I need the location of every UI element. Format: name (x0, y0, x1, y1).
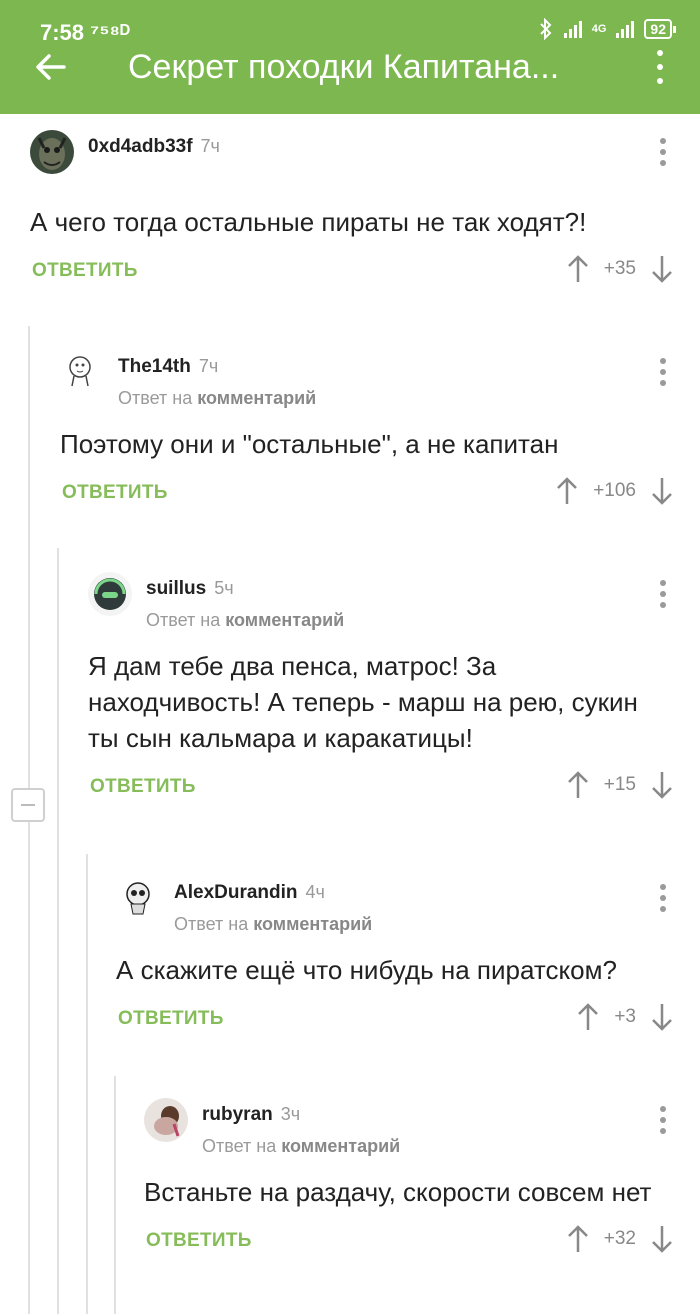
collapse-thread-button[interactable] (11, 788, 45, 822)
comment-age: 7ч (200, 136, 220, 156)
thread-line (114, 1076, 116, 1314)
app-bar: 7:58 ⁷⁵⁸ᴰ 4G 92 Секрет походки Капитана.… (0, 0, 700, 114)
comment-menu-icon[interactable] (658, 884, 668, 912)
comment-text: Встаньте на раздачу, скорости совсем нет (144, 1177, 652, 1207)
comment-age: 5ч (214, 578, 234, 598)
comment-username[interactable]: AlexDurandin 4ч (174, 882, 325, 904)
comment-score: +35 (603, 258, 636, 279)
downvote-icon[interactable] (650, 770, 674, 800)
comment-score: +106 (593, 480, 636, 501)
comment-text: Поэтому они и "остальные", а не капитан (60, 429, 559, 459)
comment: rubyran 3ч Ответ на комментарий Встаньте … (144, 1098, 700, 1262)
avatar[interactable] (116, 876, 160, 920)
status-time: 7:58 ⁷⁵⁸ᴰ (40, 20, 130, 45)
comment-text: Я дам тебе два пенса, матрос! За находчи… (88, 651, 638, 753)
comment-text: А чего тогда остальные пираты не так ход… (30, 207, 587, 237)
reply-button[interactable]: ОТВЕТИТЬ (90, 776, 196, 798)
comment-menu-icon[interactable] (658, 580, 668, 608)
thread-line (86, 854, 88, 1314)
vote-controls: +15 (566, 770, 674, 800)
reply-button[interactable]: ОТВЕТИТЬ (62, 482, 168, 504)
comment: 0xd4adb33f 7ч А чего тогда остальные пира… (30, 130, 700, 292)
reply-button[interactable]: ОТВЕТИТЬ (146, 1230, 252, 1252)
reply-to-label: Ответ на комментарий (202, 1136, 401, 1156)
comment-score: +3 (614, 1006, 636, 1027)
more-menu-icon[interactable] (650, 50, 670, 84)
status-icons: 4G 92 (538, 18, 676, 40)
reply-to-link[interactable]: комментарий (253, 914, 372, 934)
comment-username[interactable]: The14th 7ч (118, 356, 218, 378)
thread-line (57, 548, 59, 1314)
comment-score: +32 (603, 1228, 636, 1249)
battery-icon: 92 (644, 19, 676, 39)
reply-button[interactable]: ОТВЕТИТЬ (32, 260, 138, 282)
reply-to-label: Ответ на комментарий (146, 610, 345, 630)
avatar[interactable] (30, 130, 74, 174)
signal-icon (563, 20, 582, 38)
comment-age: 3ч (280, 1104, 301, 1124)
network-type: 4G (591, 23, 607, 35)
downvote-icon[interactable] (650, 476, 674, 506)
status-bar: 7:58 ⁷⁵⁸ᴰ 4G 92 (0, 0, 700, 52)
avatar[interactable] (88, 572, 132, 616)
downvote-icon[interactable] (650, 254, 674, 284)
comment-menu-icon[interactable] (658, 138, 668, 166)
comment: AlexDurandin 4ч Ответ на комментарий А ск… (116, 876, 700, 1040)
upvote-icon[interactable] (566, 254, 590, 284)
reply-to-label: Ответ на комментарий (118, 388, 317, 408)
vote-controls: +106 (555, 476, 674, 506)
comment-menu-icon[interactable] (658, 1106, 668, 1134)
avatar[interactable] (60, 350, 104, 394)
reply-to-link[interactable]: комментарий (281, 1136, 400, 1156)
upvote-icon[interactable] (576, 1002, 600, 1032)
upvote-icon[interactable] (555, 476, 579, 506)
upvote-icon[interactable] (566, 1224, 590, 1254)
comment-age: 4ч (305, 882, 325, 902)
reply-button[interactable]: ОТВЕТИТЬ (118, 1008, 224, 1030)
downvote-icon[interactable] (650, 1224, 674, 1254)
reply-to-link[interactable]: комментарий (197, 388, 316, 408)
back-arrow-icon[interactable] (34, 50, 68, 84)
reply-to-label: Ответ на комментарий (174, 914, 373, 934)
comment-username[interactable]: suillus 5ч (146, 578, 234, 600)
reply-to-link[interactable]: комментарий (225, 610, 344, 630)
comment: The14th 7ч Ответ на комментарий Поэтому о… (60, 350, 700, 514)
page-title: Секрет походки Капитана... (128, 48, 560, 86)
comment-text: А скажите ещё что нибудь на пиратском? (116, 955, 617, 985)
comment-menu-icon[interactable] (658, 358, 668, 386)
avatar[interactable] (144, 1098, 188, 1142)
vote-controls: +35 (566, 254, 674, 284)
comment-username[interactable]: rubyran 3ч (202, 1104, 300, 1126)
downvote-icon[interactable] (650, 1002, 674, 1032)
bluetooth-icon (540, 18, 552, 40)
vote-controls: +32 (566, 1224, 674, 1254)
comment-score: +15 (603, 774, 636, 795)
upvote-icon[interactable] (566, 770, 590, 800)
vote-controls: +3 (576, 1002, 674, 1032)
comment-username[interactable]: 0xd4adb33f 7ч (88, 136, 220, 158)
comment-age: 7ч (198, 356, 219, 376)
comment: suillus 5ч Ответ на комментарий Я дам теб… (88, 572, 700, 808)
signal-icon-2 (616, 20, 635, 38)
